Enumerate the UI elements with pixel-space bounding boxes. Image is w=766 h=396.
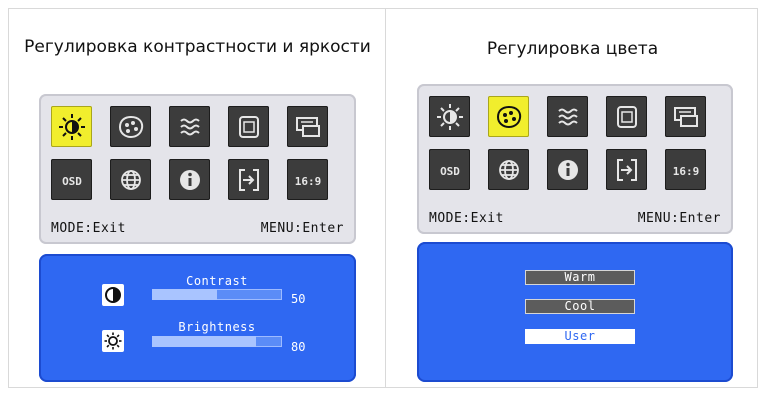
input-select-icon (238, 168, 259, 191)
tile-input-select[interactable] (606, 149, 647, 190)
aspect-ratio-icon: 16:9 (672, 165, 699, 178)
svg-text:16:9: 16:9 (672, 165, 699, 178)
tile-language[interactable] (110, 159, 151, 200)
osd-color-submenu: Warm Cool User (417, 242, 733, 382)
contrast-row: Contrast 50 (39, 274, 356, 314)
brightness-label: Brightness (178, 320, 256, 334)
osd-settings-icon: OSD (62, 175, 82, 188)
input-select-icon (616, 158, 637, 181)
mode-exit-hint: MODE:Exit (429, 211, 504, 226)
brightness-slider-fill (152, 336, 256, 347)
color-icon (118, 115, 143, 138)
osd-main-menu-right: OSD 16:9 MODE:Exit MENU:Enter (417, 84, 733, 234)
setup-icon (295, 116, 320, 137)
color-option-cool[interactable]: Cool (525, 299, 635, 314)
language-icon (120, 169, 141, 190)
osd-contrast-brightness-submenu: Contrast 50 Brightness 80 (39, 254, 356, 382)
osd-hint-bar: MODE:Exit MENU:Enter (429, 211, 721, 226)
tile-osd-settings[interactable]: OSD (51, 159, 92, 200)
tile-input-select[interactable] (228, 159, 269, 200)
contrast-value: 50 (291, 292, 306, 306)
contrast-slider[interactable] (152, 289, 282, 300)
mode-exit-hint: MODE:Exit (51, 221, 126, 236)
image-settings-icon (179, 118, 200, 135)
tile-language[interactable] (488, 149, 529, 190)
image-settings-icon (557, 108, 578, 125)
left-caption: Регулировка контрастности и яркости (24, 37, 371, 57)
color-option-warm[interactable]: Warm (525, 270, 635, 285)
tile-osd-settings[interactable]: OSD (429, 149, 470, 190)
contrast-brightness-icon (58, 113, 85, 140)
tile-aspect-ratio[interactable]: 16:9 (287, 159, 328, 200)
contrast-brightness-icon (436, 103, 463, 130)
tile-setup[interactable] (287, 106, 328, 147)
language-icon (498, 159, 519, 180)
position-icon (616, 105, 637, 128)
information-icon (179, 169, 200, 190)
information-icon (557, 159, 578, 180)
osd-main-menu-left: OSD 16:9 MODE:Exit MENU:Enter (39, 94, 356, 244)
right-caption: Регулировка цвета (486, 39, 659, 59)
osd-icon-grid: OSD 16:9 (51, 106, 328, 200)
osd-hint-bar: MODE:Exit MENU:Enter (51, 221, 344, 236)
aspect-ratio-icon: 16:9 (294, 175, 321, 188)
setup-icon (673, 106, 698, 127)
brightness-value: 80 (291, 340, 306, 354)
svg-text:OSD: OSD (440, 165, 460, 178)
svg-text:16:9: 16:9 (294, 175, 321, 188)
tile-position[interactable] (228, 106, 269, 147)
tile-image-settings[interactable] (169, 106, 210, 147)
tile-aspect-ratio[interactable]: 16:9 (665, 149, 706, 190)
brightness-slider[interactable] (152, 336, 282, 347)
contrast-icon (102, 284, 124, 306)
tile-color[interactable] (488, 96, 529, 137)
tile-contrast-brightness[interactable] (51, 106, 92, 147)
brightness-icon (102, 330, 124, 352)
color-icon (496, 105, 521, 128)
tile-position[interactable] (606, 96, 647, 137)
panel-divider (385, 8, 386, 388)
tile-color[interactable] (110, 106, 151, 147)
tile-setup[interactable] (665, 96, 706, 137)
contrast-label: Contrast (186, 274, 248, 288)
menu-enter-hint: MENU:Enter (260, 221, 344, 236)
tile-contrast-brightness[interactable] (429, 96, 470, 137)
osd-icon-grid: OSD 16:9 (429, 96, 706, 190)
tile-information[interactable] (547, 149, 588, 190)
position-icon (238, 115, 259, 138)
contrast-slider-fill (152, 289, 217, 300)
color-option-user[interactable]: User (525, 329, 635, 344)
tile-information[interactable] (169, 159, 210, 200)
tile-image-settings[interactable] (547, 96, 588, 137)
brightness-row: Brightness 80 (39, 318, 356, 358)
menu-enter-hint: MENU:Enter (637, 211, 721, 226)
osd-settings-icon: OSD (440, 165, 460, 178)
svg-text:OSD: OSD (62, 175, 82, 188)
